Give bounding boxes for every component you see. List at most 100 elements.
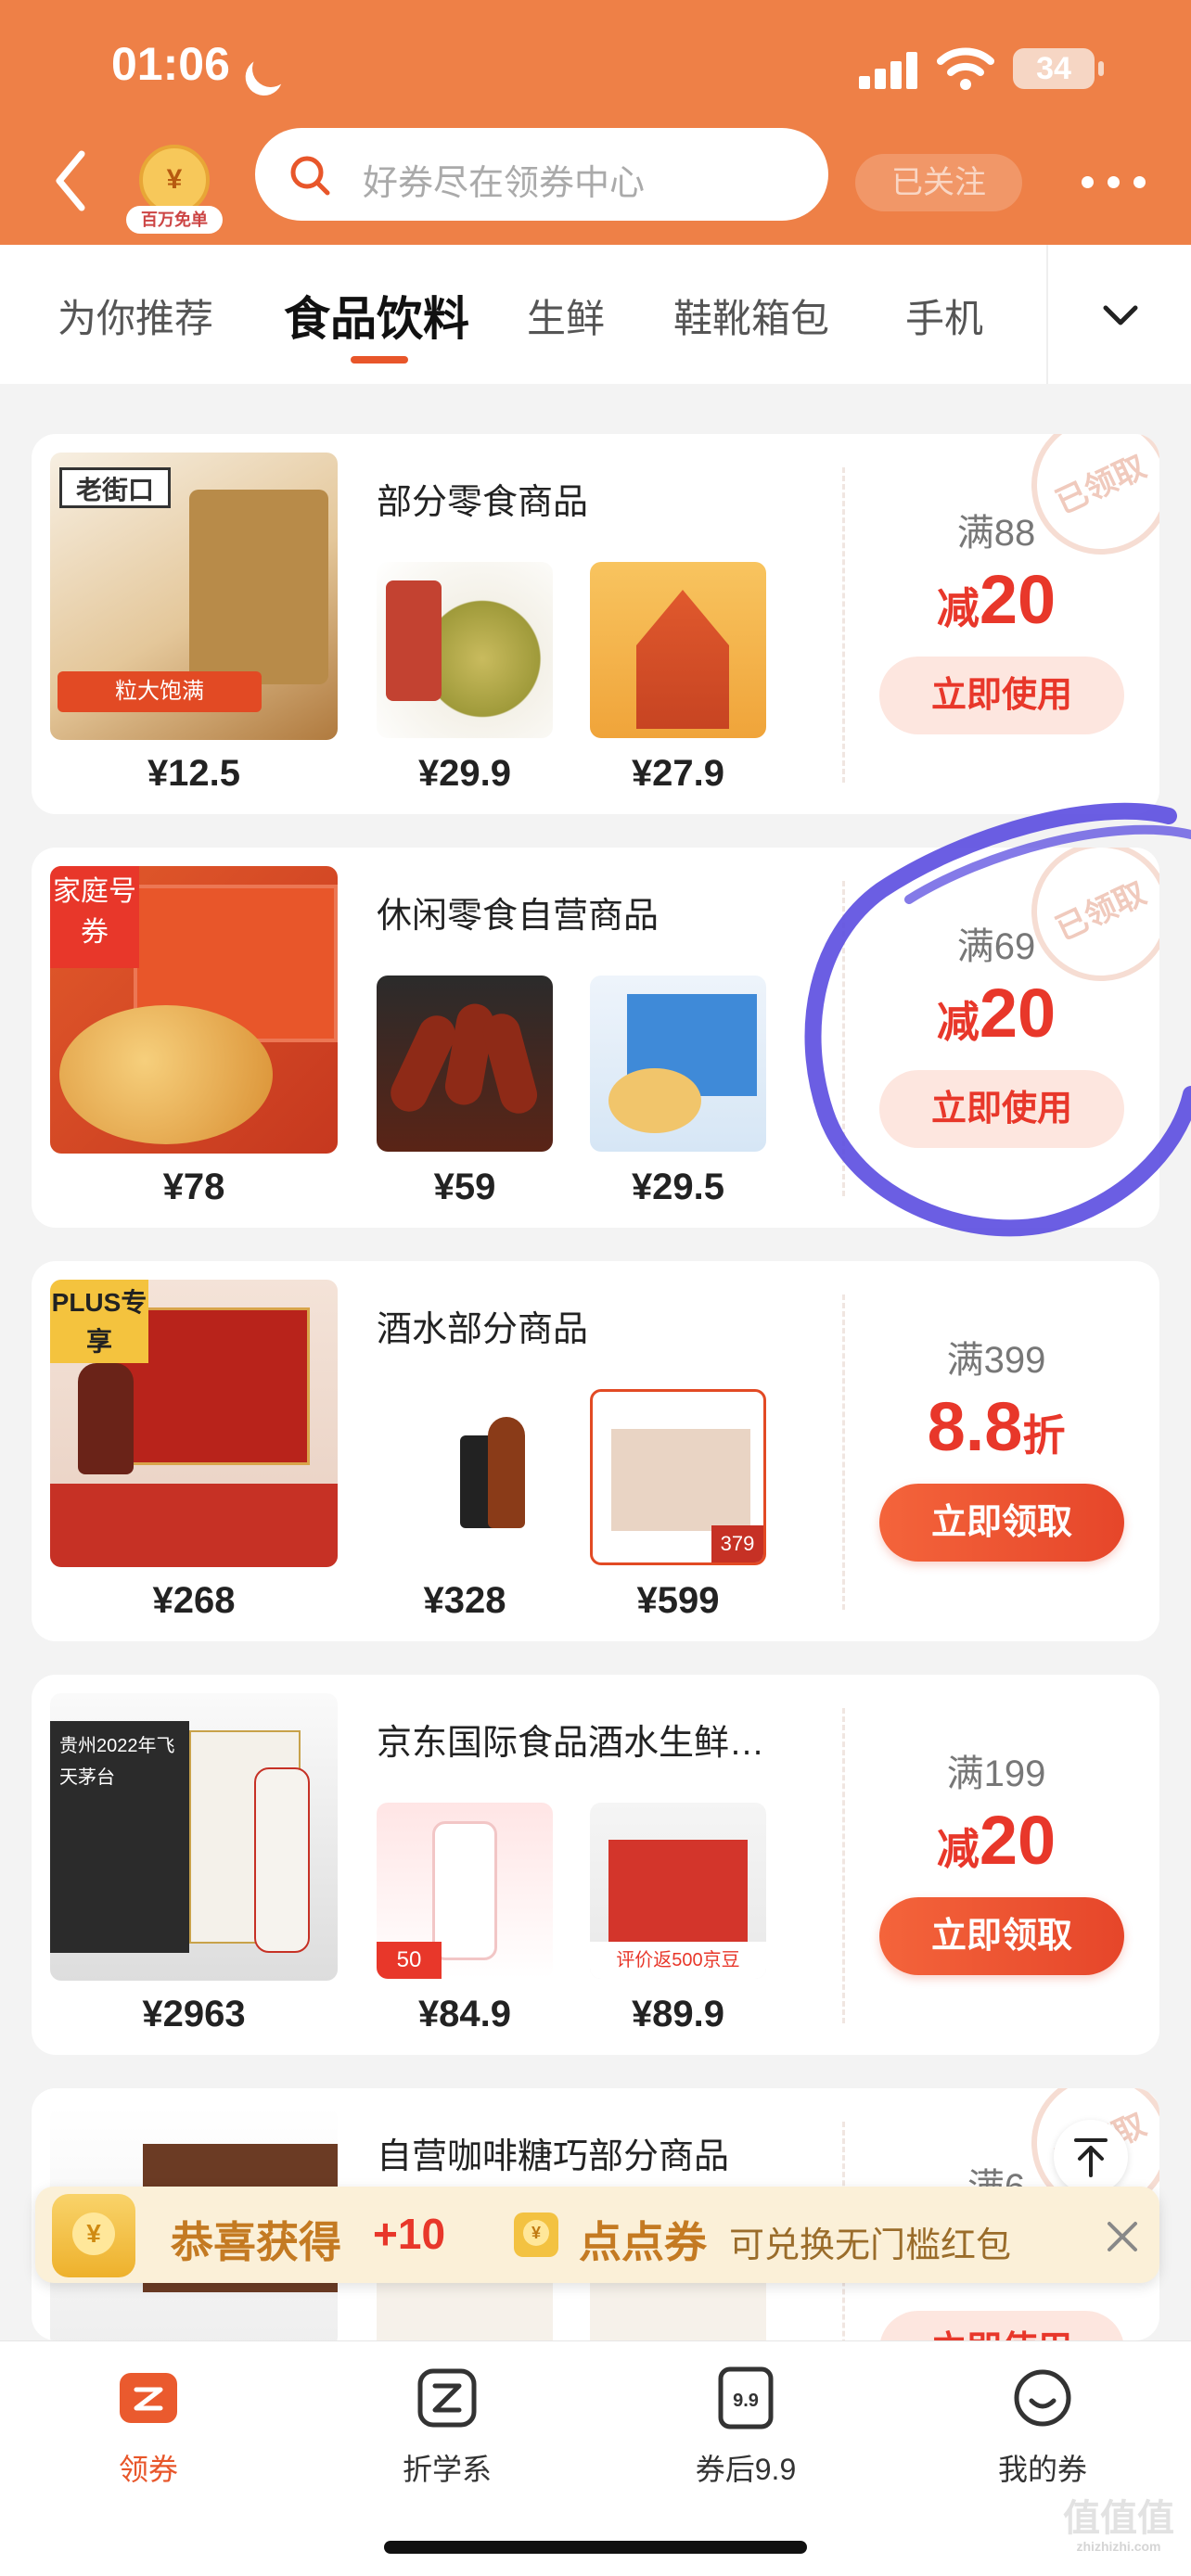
- tab-fresh[interactable]: 生鲜: [527, 287, 605, 344]
- search-icon: [290, 156, 330, 196]
- claim-now-button[interactable]: 立即领取: [879, 1897, 1124, 1975]
- coupon-card[interactable]: 家庭号券 ¥78 休闲零食自营商品 ¥59 ¥29.5 已领取 满69 减20 …: [32, 848, 1159, 1228]
- product-price: ¥268: [152, 1580, 236, 1621]
- svg-text:9.9: 9.9: [733, 2391, 759, 2411]
- product-price: ¥2963: [142, 1994, 246, 2034]
- promo-label: 粒大饱满: [58, 671, 262, 712]
- signal-icon: [859, 52, 918, 89]
- tab-food-drink[interactable]: 食品饮料: [284, 282, 469, 349]
- product-price: ¥29.5: [631, 1167, 725, 1207]
- product-price: ¥328: [423, 1580, 506, 1621]
- product-price: ¥89.9: [631, 1994, 725, 2034]
- product-image[interactable]: [590, 562, 766, 738]
- claim-now-button[interactable]: 立即领取: [879, 1484, 1124, 1562]
- home-indicator: [384, 2541, 807, 2554]
- coupon-card[interactable]: PLUS专享 ¥268 酒水部分商品 ¥328 379 ¥599 满399 8.…: [32, 1261, 1159, 1641]
- tab-phones[interactable]: 手机: [905, 287, 983, 344]
- brand-label: 老街口: [59, 467, 171, 508]
- site-watermark: 值值值 zhizhizhi.com: [1063, 2498, 1174, 2554]
- tab-recommend[interactable]: 为你推荐: [58, 287, 213, 344]
- category-tabs: 为你推荐 食品饮料 生鲜 鞋靴箱包 手机: [0, 245, 1191, 384]
- price-tag: 50: [377, 1942, 442, 1979]
- coupon-title: 酒水部分商品: [377, 1310, 589, 1349]
- product-image[interactable]: [590, 976, 766, 1152]
- toast-prefix: 恭喜获得: [171, 2218, 341, 2266]
- reward-toast: 恭喜获得 +10 点点券 可兑换无门槛红包: [35, 2187, 1159, 2283]
- coupon-coin-icon: [52, 2194, 135, 2277]
- use-now-button[interactable]: 立即使用: [879, 1070, 1124, 1148]
- coupon-title: 休闲零食自营商品: [377, 897, 660, 936]
- toast-coin-name: 点点券: [579, 2218, 707, 2266]
- coupon-threshold: 满199: [946, 1753, 1046, 1794]
- coupon-card[interactable]: 老街口 粒大饱满 ¥12.5 部分零食商品 ¥29.9 ¥27.9 已领取 满8…: [32, 434, 1159, 814]
- use-now-button[interactable]: 立即使用: [879, 2311, 1124, 2340]
- back-arrow-icon[interactable]: [52, 148, 89, 213]
- plus-badge: PLUS专享: [50, 1280, 148, 1363]
- nav-label: 券后9.9: [695, 2453, 797, 2486]
- nav-my-coupons[interactable]: 我的券: [931, 2366, 1154, 2489]
- status-time: 01:06: [111, 38, 230, 90]
- product-image[interactable]: [377, 976, 553, 1152]
- product-price: ¥27.9: [631, 753, 725, 794]
- coupon-discount: 8.8折: [927, 1388, 1066, 1465]
- coupon-threshold: 满399: [946, 1340, 1046, 1381]
- product-image[interactable]: [377, 562, 553, 738]
- toast-amount: +10: [373, 2210, 446, 2258]
- product-image[interactable]: [377, 1389, 553, 1565]
- tab-active-indicator: [351, 356, 408, 363]
- coupon-card[interactable]: 贵州2022年飞天茅台 ¥2963 京东国际食品酒水生鲜… 50 ¥84.9 评…: [32, 1675, 1159, 2055]
- nav-discount-school[interactable]: 折学系: [336, 2366, 558, 2489]
- chevron-down-icon[interactable]: [1100, 295, 1141, 336]
- price-tag: 379: [711, 1525, 763, 1562]
- shop-logo[interactable]: ¥ 百万免单: [126, 141, 223, 234]
- follow-button[interactable]: 已关注: [855, 154, 1022, 211]
- divider: [842, 467, 845, 783]
- product-price: ¥12.5: [147, 753, 241, 794]
- status-bar: 01:06 34: [0, 0, 1191, 130]
- nav-label: 领券: [118, 2453, 178, 2486]
- nav-coupons[interactable]: 领券: [37, 2366, 260, 2489]
- divider: [842, 1294, 845, 1610]
- tab-shoes-bags[interactable]: 鞋靴箱包: [673, 287, 829, 344]
- coupon-discount: 减20: [936, 975, 1057, 1052]
- close-icon[interactable]: [1104, 2218, 1141, 2255]
- use-now-button[interactable]: 立即使用: [879, 657, 1124, 734]
- divider: [842, 1708, 845, 2023]
- coupon-title: 自营咖啡糖巧部分商品: [377, 2137, 730, 2176]
- product-price: ¥78: [162, 1167, 225, 1207]
- product-panel-text: 贵州2022年飞天茅台: [50, 1721, 189, 1953]
- coupon-title: 部分零食商品: [377, 483, 589, 522]
- coupon-icon: [120, 2373, 177, 2423]
- moon-icon: [247, 45, 294, 92]
- product-price: ¥599: [636, 1580, 720, 1621]
- product-price: ¥29.9: [417, 753, 512, 794]
- coin-icon: ¥: [139, 145, 210, 215]
- product-price: ¥59: [433, 1167, 496, 1207]
- product-price: ¥84.9: [417, 1994, 512, 2034]
- nav-label: 折学系: [402, 2453, 492, 2486]
- divider: [842, 881, 845, 1196]
- product-image[interactable]: 老街口 粒大饱满: [50, 453, 338, 740]
- search-input[interactable]: 好券尽在领券中心: [255, 128, 828, 221]
- header: 01:06 34 ¥ 百万免单 好券尽在领券中心 已关注: [0, 0, 1191, 245]
- z-icon: [417, 2368, 477, 2428]
- product-image[interactable]: 379: [590, 1389, 766, 1565]
- product-image[interactable]: 家庭号券: [50, 866, 338, 1154]
- nav-after-coupon-9-9[interactable]: 9.9 券后9.9: [634, 2366, 857, 2489]
- wifi-icon: [937, 47, 994, 90]
- smile-icon: [1014, 2369, 1071, 2427]
- promo-label: 评价返500京豆: [590, 1942, 766, 1979]
- product-image[interactable]: PLUS专享: [50, 1280, 338, 1567]
- coupon-discount: 减20: [936, 1802, 1057, 1879]
- back-to-top-icon[interactable]: [1054, 2120, 1128, 2194]
- product-image[interactable]: 50: [377, 1803, 553, 1979]
- more-icon[interactable]: [1082, 176, 1146, 189]
- coupon-threshold: 满69: [956, 926, 1036, 967]
- tab-divider: [1046, 245, 1048, 384]
- battery-indicator: 34: [1013, 48, 1104, 89]
- product-image[interactable]: 贵州2022年飞天茅台: [50, 1693, 338, 1981]
- coupon-threshold: 满88: [956, 513, 1036, 554]
- price-tag-icon: 9.9: [718, 2366, 774, 2429]
- nav-label: 我的券: [997, 2453, 1087, 2486]
- product-image[interactable]: 评价返500京豆: [590, 1803, 766, 1979]
